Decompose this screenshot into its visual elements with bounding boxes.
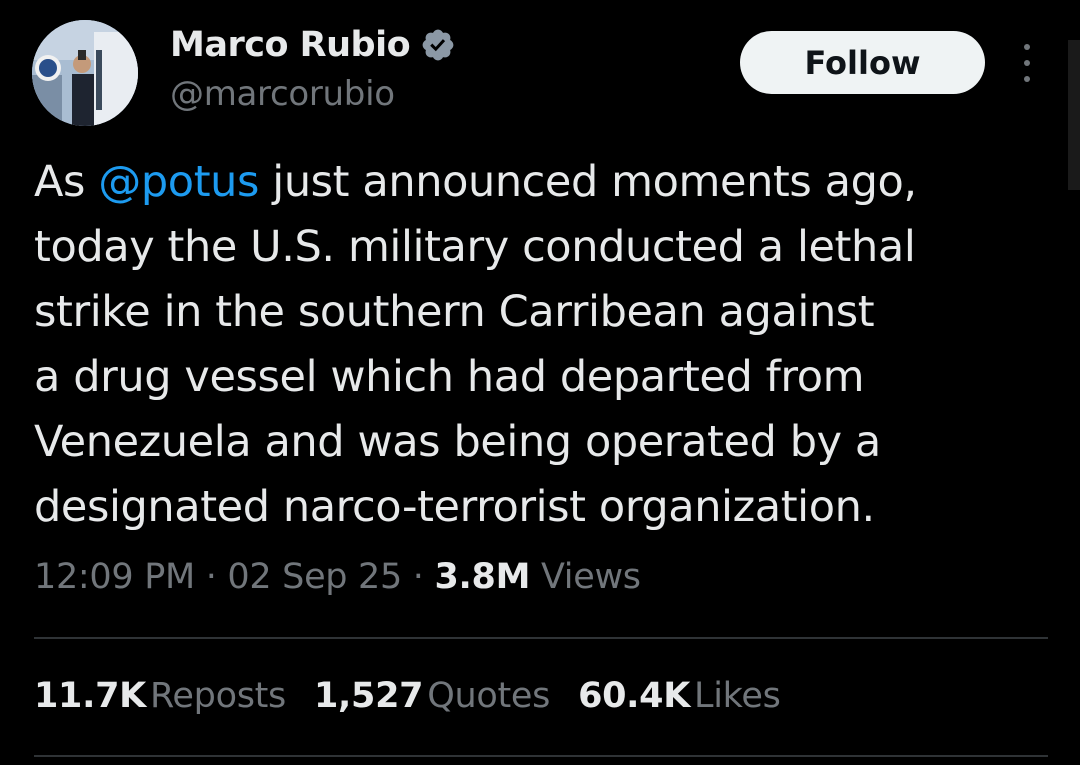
likes-stat[interactable]: 60.4K Likes: [578, 676, 781, 716]
divider: [34, 637, 1048, 639]
tweet-meta: 12:09 PM · 02 Sep 25 · 3.8M Views: [34, 557, 641, 597]
tweet-card: Marco Rubio @marcorubio Follow As @potus…: [0, 0, 1080, 765]
tweet-line: strike in the southern Carribean against: [34, 287, 875, 337]
tweet-line: Venezuela and was being operated by a: [34, 417, 881, 467]
views-label: Views: [540, 557, 641, 597]
tweet-time[interactable]: 12:09 PM: [34, 557, 195, 597]
avatar[interactable]: [32, 20, 138, 126]
reposts-count: 11.7K: [34, 676, 146, 716]
mention-link[interactable]: @potus: [98, 157, 259, 207]
verified-badge-icon: [422, 29, 454, 61]
quotes-count: 1,527: [314, 676, 424, 716]
more-options-icon[interactable]: [1012, 40, 1042, 86]
likes-count: 60.4K: [578, 676, 691, 716]
tweet-line: As @potus just announced moments ago,: [34, 150, 1044, 215]
tweet-line: designated narco-terrorist organization.: [34, 482, 875, 532]
tweet-text-segment: As: [34, 157, 99, 207]
divider: [34, 755, 1048, 757]
scroll-edge: [1068, 40, 1080, 190]
author-name-row: Marco Rubio: [170, 22, 456, 68]
tweet-text-segment: just announced moments ago,: [259, 157, 917, 207]
tweet-line: today the U.S. military conducted a leth…: [34, 222, 916, 272]
follow-button[interactable]: Follow: [740, 31, 985, 94]
avatar-photo: [32, 20, 138, 126]
quotes-label: Quotes: [427, 676, 551, 716]
quotes-stat[interactable]: 1,527 Quotes: [314, 676, 550, 716]
meta-separator: ·: [194, 557, 228, 597]
tweet-text: As @potus just announced moments ago, to…: [34, 150, 1044, 540]
likes-label: Likes: [694, 676, 781, 716]
more-dot: [1024, 44, 1030, 50]
meta-separator: ·: [401, 557, 435, 597]
engagement-stats: 11.7K Reposts 1,527 Quotes 60.4K Likes: [34, 676, 781, 716]
tweet-line: a drug vessel which had departed from: [34, 352, 865, 402]
author-display-name[interactable]: Marco Rubio: [170, 25, 411, 65]
author-handle[interactable]: @marcorubio: [170, 74, 395, 114]
views-count: 3.8M: [434, 557, 531, 597]
reposts-label: Reposts: [149, 676, 286, 716]
more-dot: [1024, 60, 1030, 66]
tweet-date[interactable]: 02 Sep 25: [227, 557, 402, 597]
reposts-stat[interactable]: 11.7K Reposts: [34, 676, 286, 716]
more-dot: [1024, 76, 1030, 82]
